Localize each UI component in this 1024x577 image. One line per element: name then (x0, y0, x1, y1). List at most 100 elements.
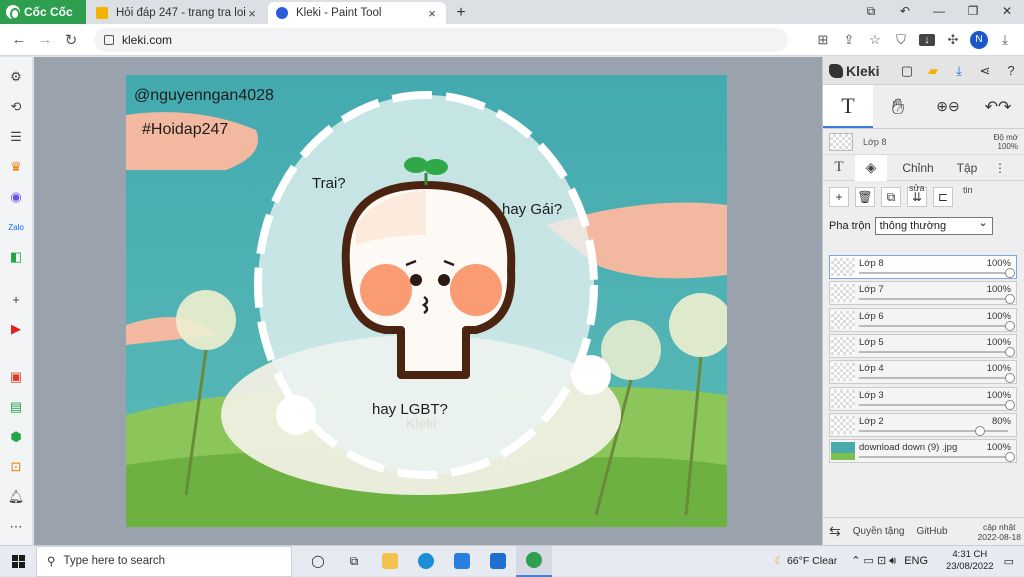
share-icon[interactable]: ⇪ (836, 32, 862, 48)
help-icon[interactable]: ? (998, 63, 1024, 79)
layer-row[interactable]: Lớp 6 100% (829, 307, 1017, 332)
opacity-slider-track[interactable] (859, 350, 1008, 353)
task-view-icon[interactable]: ⧉ (336, 546, 372, 577)
close-icon[interactable]: × (426, 6, 438, 21)
opacity-slider-handle[interactable] (1005, 373, 1015, 384)
artwork-canvas[interactable]: @nguyenngan4028 #Hoidap247 Trai? hay Gái… (126, 75, 727, 527)
game-icon[interactable]: ◧ (8, 249, 24, 265)
lotto-icon[interactable]: ▤ (8, 399, 24, 415)
tab-text[interactable]: T (823, 155, 855, 181)
opacity-slider-handle[interactable] (1005, 320, 1015, 331)
weather[interactable]: ☾ 66°F Clear (775, 555, 838, 567)
cortana-icon[interactable]: ◯ (300, 546, 336, 577)
opacity-slider-handle[interactable] (1005, 268, 1015, 278)
rename-layer-button[interactable]: ⊏ (933, 187, 953, 207)
history-icon[interactable]: ⟲ (8, 99, 24, 115)
add-icon[interactable]: + (8, 291, 24, 307)
update-info[interactable]: cập nhật 2022-08-18 (978, 522, 1024, 542)
shield-icon[interactable]: ⛉ (888, 32, 914, 48)
close-window-button[interactable]: ✕ (990, 0, 1024, 24)
extensions-icon[interactable]: ✣ (940, 32, 966, 48)
shopping-icon[interactable]: ▣ (8, 369, 24, 385)
gear-icon[interactable]: ⚙ (8, 69, 24, 85)
back-arrow-icon[interactable]: ← (6, 31, 32, 48)
opacity-slider-track[interactable] (859, 377, 1008, 380)
translate-icon[interactable]: ⊞ (810, 32, 836, 48)
layer-row[interactable]: Lớp 8 100% (829, 255, 1017, 279)
more-icon[interactable]: ⋯ (8, 519, 24, 535)
edge-icon[interactable] (408, 546, 444, 577)
store-icon[interactable] (444, 546, 480, 577)
layer-row[interactable]: Lớp 3 100% (829, 386, 1017, 411)
new-image-icon[interactable]: ▢ (894, 63, 920, 79)
kleki-logo[interactable]: Kleki (829, 63, 879, 79)
forward-arrow-icon[interactable]: → (32, 31, 58, 48)
layer-row[interactable]: download down (9) .jpg 100% (829, 439, 1017, 464)
opacity-slider-track[interactable] (859, 272, 1008, 274)
language-indicator[interactable]: ENG (904, 555, 928, 567)
privacy-link[interactable]: Quyền tặng (847, 526, 911, 537)
layer-row[interactable]: Lớp 7 100% (829, 281, 1017, 306)
zoom-in-out-icon[interactable]: ⊕⊖ (923, 85, 973, 128)
opacity-slider-handle[interactable] (974, 425, 985, 436)
file-explorer-icon[interactable] (372, 546, 408, 577)
tab-kleki[interactable]: Kleki - Paint Tool × (268, 2, 446, 24)
hand-tool-icon[interactable]: ✋︎ (873, 85, 923, 128)
canvas-area[interactable]: @nguyenngan4028 #Hoidap247 Trai? hay Gái… (34, 57, 822, 545)
bell-icon[interactable]: 🔔︎ (8, 489, 25, 505)
undo-redo-icon[interactable]: ↶↷ (973, 85, 1023, 128)
coccoc-taskbar-icon[interactable] (516, 545, 552, 577)
opacity-slider-handle[interactable] (1005, 346, 1015, 357)
back-forward-icon[interactable]: ↶ (888, 0, 922, 24)
tab-tap[interactable]: Tập (949, 155, 985, 181)
messenger-icon[interactable]: ◉ (8, 189, 24, 205)
opacity-slider-handle[interactable] (1005, 452, 1015, 463)
minimize-button[interactable]: — (922, 0, 956, 24)
opacity-slider-handle[interactable] (1005, 294, 1015, 305)
swap-icon[interactable]: ⇆ (823, 523, 847, 540)
add-layer-button[interactable]: + (829, 187, 849, 207)
crown-icon[interactable]: ♛ (8, 159, 24, 175)
blend-mode-select[interactable]: thông thường (874, 215, 993, 235)
tab-search-icon[interactable]: ⧉ (854, 0, 888, 24)
download-icon[interactable]: ⤓ (992, 32, 1018, 48)
opacity-slider-track[interactable] (859, 298, 1008, 301)
youtube-icon[interactable]: ▶ (8, 321, 24, 337)
layer-row[interactable]: Lớp 4 100% (829, 360, 1017, 385)
address-bar[interactable]: kleki.com (94, 28, 788, 52)
bookmark-star-icon[interactable]: ☆ (862, 32, 888, 48)
share-icon[interactable]: ⋖ (972, 63, 998, 79)
reload-icon[interactable]: ↻ (58, 31, 84, 49)
save-download-icon[interactable]: ⤓ (946, 63, 972, 79)
clock[interactable]: 4:31 CH 23/08/2022 (946, 549, 994, 573)
opacity-slider-track[interactable] (859, 456, 1008, 459)
download-manager-icon[interactable]: ↓ (919, 34, 935, 46)
tab-layers[interactable]: ◈ (855, 154, 887, 181)
tab-hoidap247[interactable]: Hỏi đáp 247 - trang tra loi × (88, 2, 266, 24)
opacity-slider-track[interactable] (859, 324, 1008, 327)
text-tool-button[interactable]: T (823, 85, 873, 128)
opacity-slider-track[interactable] (859, 403, 1008, 406)
layer-row[interactable]: Lớp 5 100% (829, 333, 1017, 358)
mail-icon[interactable] (480, 546, 516, 577)
open-folder-icon[interactable]: ▰ (920, 63, 946, 79)
duplicate-layer-button[interactable]: ⧉ (881, 187, 901, 207)
close-icon[interactable]: × (246, 6, 258, 21)
new-tab-button[interactable]: + (450, 2, 472, 24)
opacity-slider-track[interactable] (859, 429, 1008, 432)
browser-brand[interactable]: Cốc Cốc (0, 0, 86, 24)
more-icon[interactable]: ⋮ (985, 155, 1015, 181)
zalo-icon[interactable]: Zalo (8, 219, 24, 235)
notification-icon[interactable]: ▭ (1004, 555, 1014, 568)
opacity-slider-handle[interactable] (1005, 399, 1015, 410)
layer-row[interactable]: Lớp 2 80% (829, 412, 1017, 437)
tab-chinh[interactable]: Chỉnh (887, 155, 949, 181)
maps-icon[interactable]: ⬢ (8, 429, 24, 445)
start-button[interactable] (0, 554, 36, 568)
taskbar-search[interactable]: ⚲ Type here to search (36, 545, 292, 577)
tray-icons[interactable]: ⌃ ▭ ⊡ 🔊︎ (851, 554, 896, 568)
restore-button[interactable]: ❐ (956, 0, 990, 24)
market-icon[interactable]: ⊡ (8, 459, 24, 475)
avatar[interactable]: N (970, 31, 988, 49)
delete-layer-button[interactable]: 🗑︎ (855, 187, 875, 207)
